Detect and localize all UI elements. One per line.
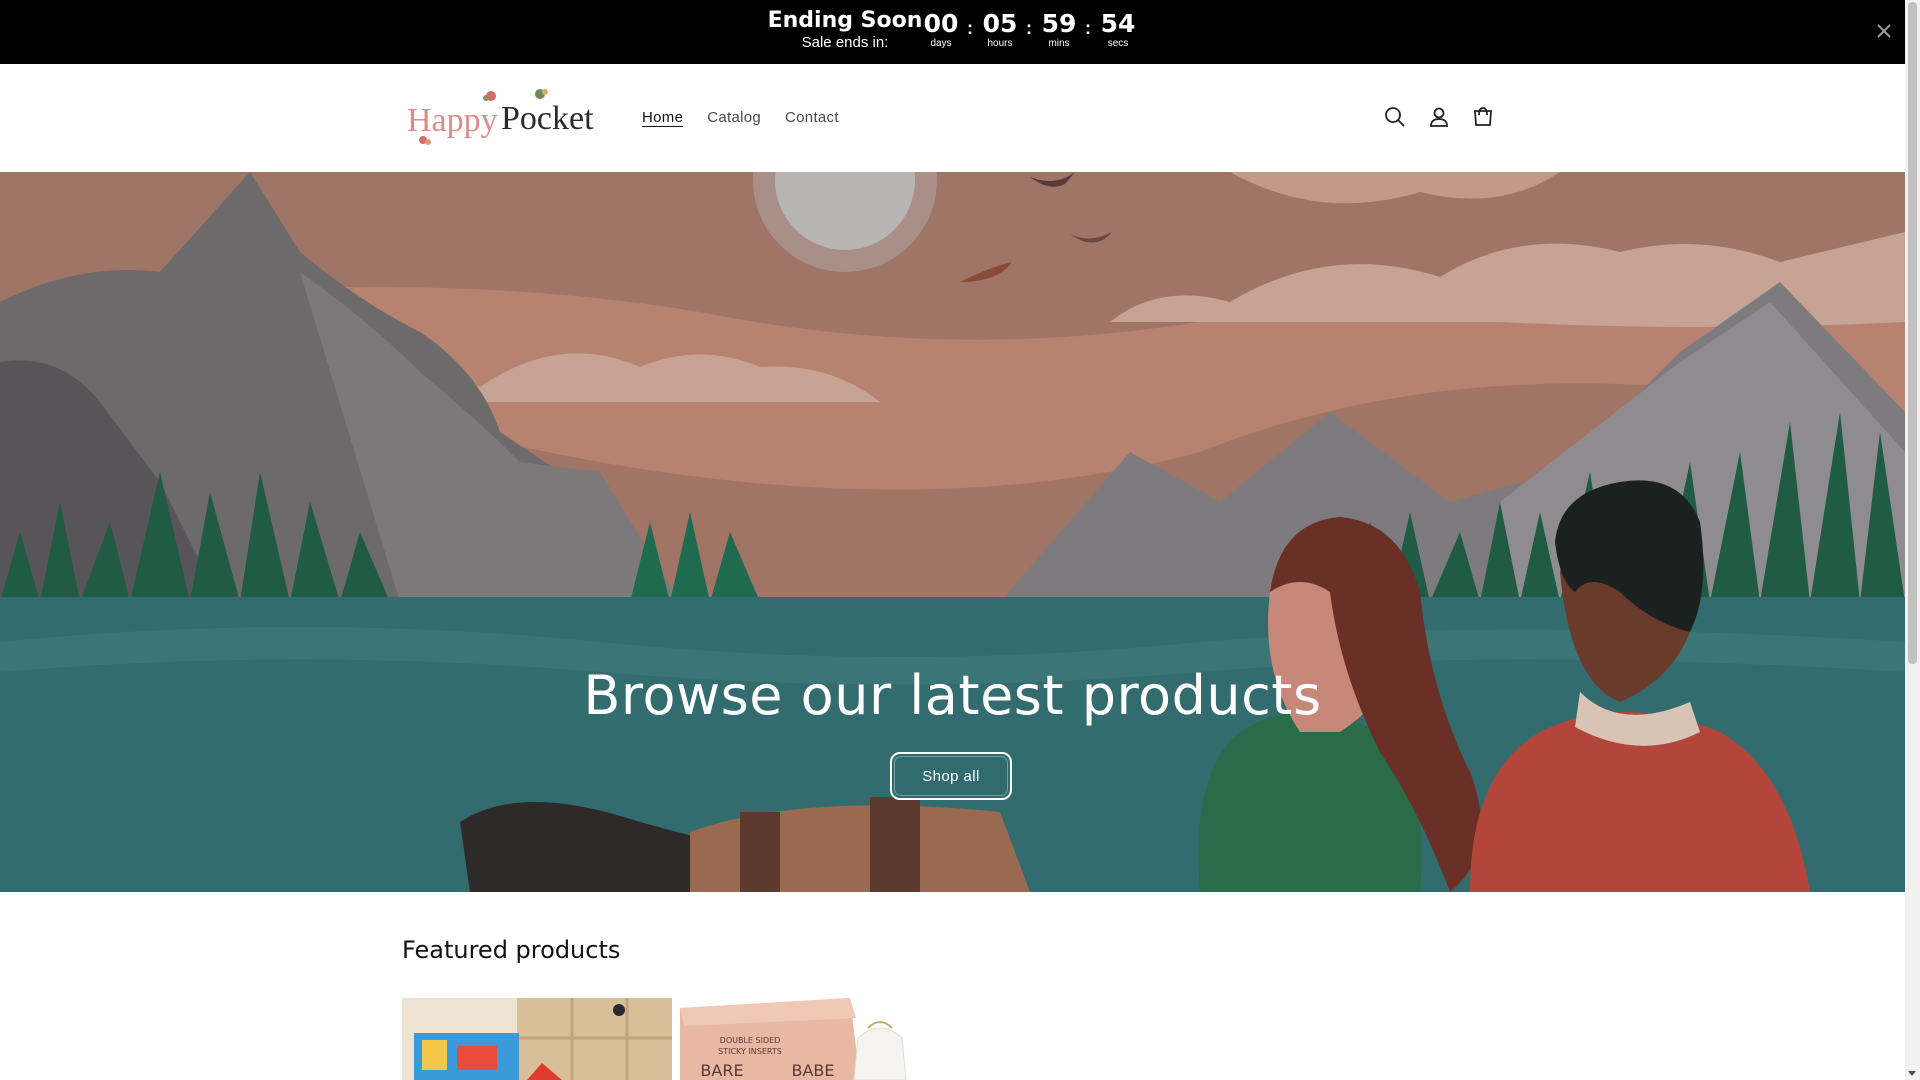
nav-contact[interactable]: Contact [785, 109, 839, 126]
product-box-text: DOUBLE SIDED [720, 1036, 781, 1045]
close-icon[interactable] [1874, 18, 1894, 44]
countdown-mins-unit: mins [1048, 38, 1070, 49]
cart-icon[interactable] [1470, 104, 1496, 130]
countdown-subtitle: Sale ends in: [801, 34, 889, 51]
nav-home[interactable]: Home [642, 109, 683, 126]
scrollbar[interactable] [1905, 0, 1920, 1080]
hero-title: Browse our latest products [583, 664, 1322, 727]
product-brand-text: BABE [791, 1061, 834, 1080]
countdown-hours: 05 hours [977, 10, 1023, 50]
main-nav: Home Catalog Contact [642, 109, 839, 126]
countdown-mins-value: 59 [1041, 9, 1077, 38]
product-card[interactable] [402, 998, 672, 1080]
product-card[interactable]: DOUBLE SIDED STICKY INSERTS BARE BABE [680, 998, 950, 1080]
product-box-text: STICKY INSERTS [718, 1047, 782, 1056]
site-header: Happy Pocket Home Catalog Contact [0, 64, 1905, 173]
countdown-hours-value: 05 [982, 9, 1018, 38]
product-brand-text: BARE [700, 1061, 743, 1080]
scroll-down-icon[interactable] [1908, 1071, 1916, 1076]
nav-catalog[interactable]: Catalog [707, 109, 761, 126]
countdown-mins: 59 mins [1036, 10, 1082, 50]
product-image [402, 998, 672, 1080]
logo[interactable]: Happy Pocket [405, 86, 600, 150]
countdown-days-unit: days [930, 38, 952, 49]
shop-all-button[interactable]: Shop all [890, 752, 1012, 800]
countdown-days: 00 days [918, 10, 964, 50]
countdown-label: Ending Soon Sale ends in: [762, 8, 928, 52]
scrollbar-thumb[interactable] [1908, 2, 1917, 664]
countdown-separator: : [967, 18, 973, 38]
announcement-bar: Ending Soon Sale ends in: 00 days : 05 h… [0, 0, 1905, 64]
countdown-secs-value: 54 [1100, 9, 1136, 38]
logo-happy: Happy [407, 102, 498, 139]
logo-pocket: Pocket [501, 100, 594, 137]
header-icons [1382, 104, 1496, 130]
countdown-title: Ending Soon [767, 8, 923, 33]
countdown-secs: 54 secs [1095, 10, 1141, 50]
featured-products-title: Featured products [402, 936, 621, 964]
hero-banner: Browse our latest products Shop all [0, 172, 1905, 892]
countdown-separator: : [1026, 18, 1032, 38]
countdown-secs-unit: secs [1107, 38, 1129, 49]
account-icon[interactable] [1426, 104, 1452, 130]
product-image: DOUBLE SIDED STICKY INSERTS BARE BABE [680, 998, 950, 1080]
countdown-hours-unit: hours [987, 38, 1013, 49]
search-icon[interactable] [1382, 104, 1408, 130]
countdown-separator: : [1085, 18, 1091, 38]
countdown-days-value: 00 [923, 9, 959, 38]
